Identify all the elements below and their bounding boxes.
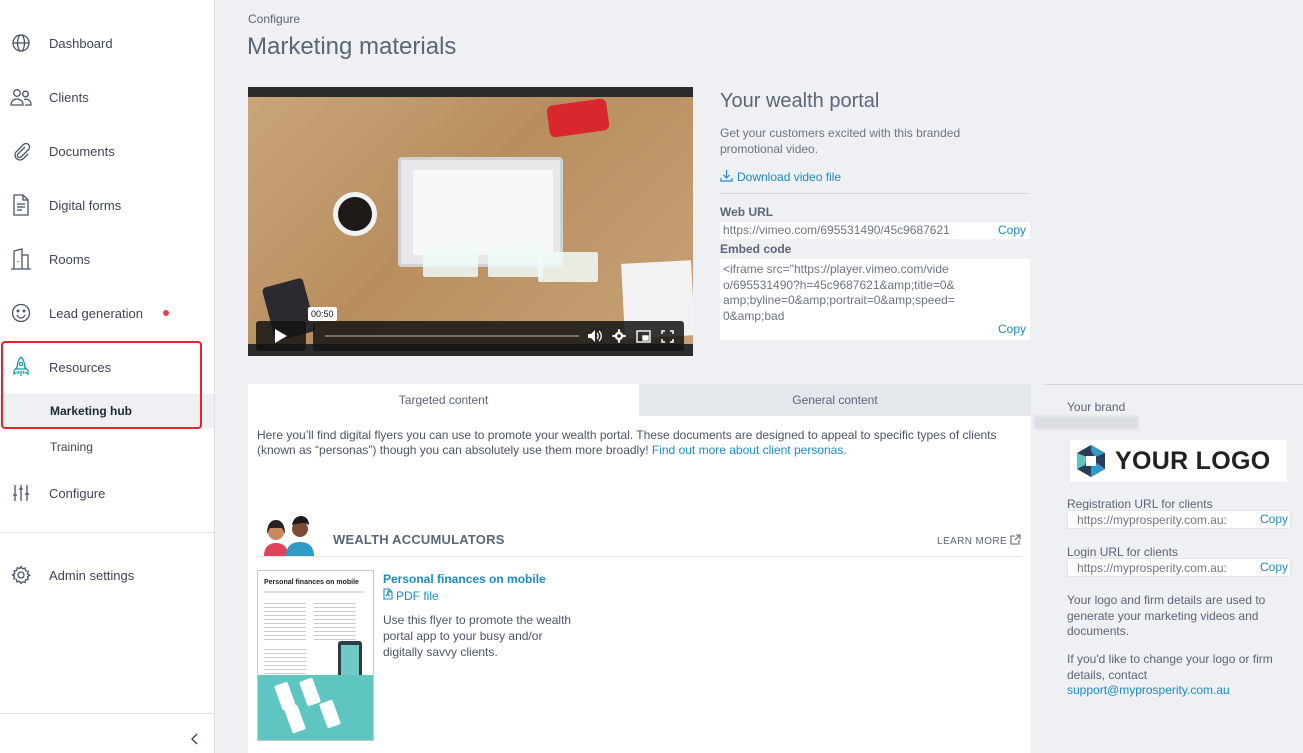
copy-embed-code-button[interactable]: Copy	[993, 322, 1026, 336]
breadcrumb: Configure	[248, 12, 301, 26]
highlight-annotation	[1, 341, 202, 429]
tab-targeted-content[interactable]: Targeted content	[248, 384, 639, 416]
sidebar-item-dashboard[interactable]: Dashboard	[0, 23, 214, 63]
building-icon	[10, 248, 32, 270]
brand-logo: YOUR LOGO	[1070, 440, 1287, 482]
registration-url-value: https://myprosperity.com.au:	[1077, 513, 1227, 527]
play-button[interactable]	[256, 321, 306, 351]
login-url-field[interactable]: https://myprosperity.com.au: Copy	[1067, 558, 1291, 577]
login-url-label: Login URL for clients	[1067, 545, 1178, 559]
sidebar-item-label: Configure	[49, 485, 106, 501]
sidebar-item-label: Dashboard	[49, 35, 113, 51]
video-title: Your wealth portal	[720, 90, 880, 112]
gear-icon	[10, 564, 32, 586]
embed-code-value: <iframe src="https://player.vimeo.com/vi…	[723, 262, 955, 323]
volume-icon[interactable]	[587, 328, 603, 344]
flyer-title-link[interactable]: Personal finances on mobile	[383, 572, 546, 586]
video-scene-object	[333, 192, 377, 236]
persona-divider	[257, 556, 1022, 557]
paperclip-icon	[10, 140, 32, 162]
fullscreen-icon[interactable]	[659, 328, 675, 344]
firm-name-redacted	[1034, 416, 1138, 429]
form-icon	[10, 194, 32, 216]
external-link-icon	[1010, 534, 1021, 548]
video-player[interactable]: 00:50	[248, 87, 693, 356]
picture-in-picture-icon[interactable]	[635, 328, 651, 344]
web-url-label: Web URL	[720, 205, 774, 219]
smiley-icon	[10, 302, 32, 324]
sidebar-item-label: Digital forms	[49, 197, 122, 213]
video-control-bar	[313, 321, 684, 351]
chevron-left-icon[interactable]	[186, 730, 202, 748]
sidebar-item-admin-settings[interactable]: Admin settings	[0, 555, 214, 595]
brand-label: Your brand	[1067, 400, 1126, 414]
video-frame: 00:50	[248, 97, 693, 351]
registration-url-field[interactable]: https://myprosperity.com.au: Copy	[1067, 510, 1291, 529]
sidebar-item-label: Documents	[49, 143, 115, 159]
flyer-description: Use this flyer to promote the wealth por…	[383, 613, 572, 659]
tab-general-content[interactable]: General content	[639, 384, 1031, 416]
sidebar-divider	[0, 713, 214, 714]
learn-more-link[interactable]: LEARN MORE	[937, 534, 1021, 548]
download-icon	[720, 169, 733, 185]
sidebar-item-label: Rooms	[49, 251, 91, 267]
logo-text: YOUR LOGO	[1115, 446, 1271, 475]
persona-title: WEALTH ACCUMULATORS	[333, 532, 505, 547]
notification-dot	[163, 310, 169, 316]
download-video-label: Download video file	[737, 170, 842, 184]
targeted-intro-text: Here you’ll find digital flyers you can …	[257, 428, 997, 457]
sidebar-divider	[0, 532, 214, 533]
sidebar-item-label: Admin settings	[49, 567, 135, 583]
learn-more-label: LEARN MORE	[937, 535, 1008, 547]
settings-icon[interactable]	[611, 328, 627, 344]
sidebar-item-lead-generation[interactable]: Lead generation	[0, 293, 214, 333]
persona-avatars	[260, 512, 322, 556]
sliders-icon	[10, 482, 32, 504]
flyer-thumbnail-heading: Personal finances on mobile	[264, 579, 359, 586]
logo-mark-icon	[1077, 445, 1105, 477]
web-url-field[interactable]: https://vimeo.com/695531490/45c9687621 C…	[720, 222, 1030, 239]
video-time-tooltip: 00:50	[308, 307, 337, 321]
sidebar-subitem-training[interactable]: Training	[0, 430, 214, 464]
copy-registration-url-button[interactable]: Copy	[1255, 512, 1288, 526]
sidebar-item-clients[interactable]: Clients	[0, 77, 214, 117]
pdf-file-icon	[383, 588, 393, 603]
globe-icon	[10, 32, 32, 54]
video-info-divider	[720, 193, 1030, 194]
sidebar-item-rooms[interactable]: Rooms	[0, 239, 214, 279]
page-title: Marketing materials	[247, 33, 457, 60]
client-personas-link[interactable]: Find out more about client personas.	[652, 443, 847, 457]
web-url-value: https://vimeo.com/695531490/45c9687621	[723, 223, 950, 237]
flyer-thumbnail[interactable]: Personal finances on mobile	[257, 570, 374, 741]
support-email-link[interactable]: support@myprosperity.com.au	[1067, 683, 1230, 697]
download-video-link[interactable]: Download video file	[720, 169, 841, 185]
content-panel: Targeted content General content Here yo…	[248, 384, 1031, 753]
sidebar-item-label: Clients	[49, 89, 89, 105]
copy-login-url-button[interactable]: Copy	[1255, 560, 1288, 574]
login-url-value: https://myprosperity.com.au:	[1077, 561, 1227, 575]
brand-divider	[1044, 384, 1303, 385]
video-scene-object	[546, 97, 610, 139]
embed-code-label: Embed code	[720, 242, 792, 256]
change-logo-note: If you'd like to change your logo or fir…	[1067, 652, 1273, 682]
users-icon	[10, 86, 32, 108]
sidebar-item-label: Lead generation	[49, 305, 143, 321]
flyer-pdf-link[interactable]: PDF file	[383, 588, 439, 603]
video-description: Get your customers excited with this bra…	[720, 126, 961, 156]
flyer-pdf-label: PDF file	[396, 588, 439, 603]
sidebar-subitem-label: Training	[50, 440, 93, 454]
embed-code-field[interactable]: <iframe src="https://player.vimeo.com/vi…	[720, 259, 1030, 340]
sidebar-item-configure[interactable]: Configure	[0, 473, 214, 513]
video-controls	[256, 321, 684, 351]
copy-web-url-button[interactable]: Copy	[993, 223, 1026, 237]
sidebar: Dashboard Clients Documents Digital form…	[0, 0, 215, 753]
sidebar-item-documents[interactable]: Documents	[0, 131, 214, 171]
video-progress-track[interactable]	[325, 335, 579, 337]
registration-url-label: Registration URL for clients	[1067, 497, 1213, 511]
sidebar-item-digital-forms[interactable]: Digital forms	[0, 185, 214, 225]
brand-note: Your logo and firm details are used to g…	[1067, 593, 1266, 638]
targeted-intro: Here you’ll find digital flyers you can …	[257, 428, 1027, 458]
